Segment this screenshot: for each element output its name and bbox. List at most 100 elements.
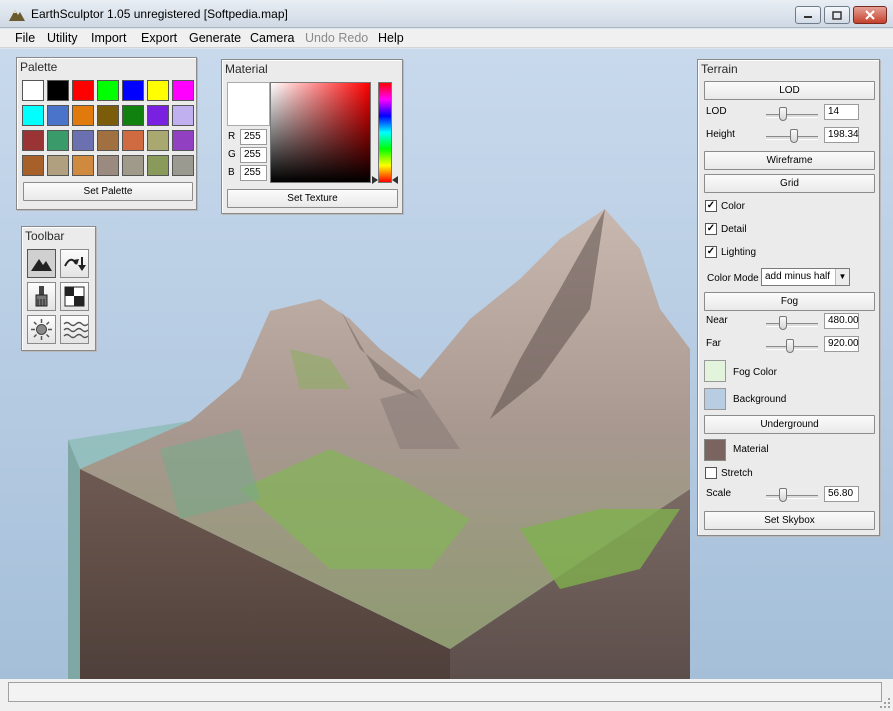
lod-value-field[interactable]: 14 <box>824 104 859 120</box>
near-slider-thumb[interactable] <box>779 316 788 330</box>
set-texture-button[interactable]: Set Texture <box>227 189 398 208</box>
tool-mountain-button[interactable] <box>27 249 56 278</box>
far-value-field[interactable]: 920.00 <box>824 336 859 352</box>
palette-swatch[interactable] <box>147 80 169 101</box>
stretch-checkbox[interactable] <box>705 467 717 479</box>
color-mode-select[interactable]: add minus half ▼ <box>761 268 850 286</box>
menu-import[interactable]: Import <box>91 31 126 45</box>
material-title: Material <box>225 62 268 76</box>
palette-swatch[interactable] <box>72 80 94 101</box>
palette-swatch[interactable] <box>47 130 69 151</box>
palette-swatch[interactable] <box>122 155 144 176</box>
scale-slider-track[interactable] <box>766 495 818 499</box>
palette-swatch[interactable] <box>172 155 194 176</box>
lod-slider-track[interactable] <box>766 114 818 118</box>
app-mountain-icon <box>9 10 25 21</box>
palette-swatch[interactable] <box>172 80 194 101</box>
palette-swatch[interactable] <box>172 130 194 151</box>
palette-swatch[interactable] <box>122 130 144 151</box>
material-b-label: B <box>228 167 235 178</box>
tool-paint-button[interactable] <box>27 282 56 311</box>
lighting-check-label: Lighting <box>721 247 757 258</box>
lighting-checkbox[interactable]: ✓ <box>705 246 717 258</box>
height-value-field[interactable]: 198.34 <box>824 127 859 143</box>
tool-erode-button[interactable] <box>60 315 89 344</box>
grid-button[interactable]: Grid <box>704 174 875 193</box>
raise-lower-icon <box>64 257 86 271</box>
tool-raise-lower-button[interactable] <box>60 249 89 278</box>
fog-section-header[interactable]: Fog <box>704 292 875 311</box>
palette-swatch[interactable] <box>97 105 119 126</box>
menu-undo-redo[interactable]: Undo Redo <box>305 31 368 45</box>
maximize-icon <box>832 10 842 20</box>
color-checkbox[interactable]: ✓ <box>705 200 717 212</box>
minimize-button[interactable] <box>795 6 821 24</box>
set-skybox-button[interactable]: Set Skybox <box>704 511 875 530</box>
palette-swatch[interactable] <box>47 80 69 101</box>
scale-slider-thumb[interactable] <box>779 488 788 502</box>
material-color-picker[interactable] <box>270 82 371 183</box>
palette-swatch[interactable] <box>72 105 94 126</box>
palette-panel: Palette Set Palette <box>16 57 197 210</box>
underground-section-header[interactable]: Underground <box>704 415 875 434</box>
palette-swatch[interactable] <box>47 105 69 126</box>
set-palette-button[interactable]: Set Palette <box>23 182 193 201</box>
palette-swatch[interactable] <box>22 105 44 126</box>
background-color-swatch[interactable] <box>704 388 726 410</box>
lod-slider-thumb[interactable] <box>779 107 788 121</box>
material-g-field[interactable]: 255 <box>240 147 267 163</box>
close-icon <box>865 10 875 20</box>
palette-swatch[interactable] <box>22 80 44 101</box>
fog-color-swatch[interactable] <box>704 360 726 382</box>
detail-checkbox[interactable]: ✓ <box>705 223 717 235</box>
menu-help[interactable]: Help <box>378 31 404 45</box>
material-r-field[interactable]: 255 <box>240 129 267 145</box>
menu-bar: File Utility Import Export Generate Came… <box>0 29 893 48</box>
scale-value-field[interactable]: 56.80 <box>824 486 859 502</box>
palette-swatch[interactable] <box>97 130 119 151</box>
stretch-label: Stretch <box>721 468 753 479</box>
far-slider-thumb[interactable] <box>785 339 794 353</box>
underground-material-swatch[interactable] <box>704 439 726 461</box>
palette-swatch[interactable] <box>147 130 169 151</box>
menu-utility[interactable]: Utility <box>47 31 78 45</box>
tool-smooth-button[interactable] <box>27 315 56 344</box>
material-hue-slider[interactable] <box>378 82 392 183</box>
palette-swatch[interactable] <box>147 105 169 126</box>
near-slider-track[interactable] <box>766 323 818 327</box>
tool-texture-button[interactable] <box>60 282 89 311</box>
palette-swatch[interactable] <box>72 155 94 176</box>
palette-swatch[interactable] <box>72 130 94 151</box>
wireframe-button[interactable]: Wireframe <box>704 151 875 170</box>
title-bar: EarthSculptor 1.05 unregistered [Softped… <box>0 0 893 28</box>
palette-swatch[interactable] <box>97 155 119 176</box>
status-field <box>8 682 882 702</box>
close-button[interactable] <box>853 6 887 24</box>
menu-camera[interactable]: Camera <box>250 31 294 45</box>
material-b-field[interactable]: 255 <box>240 165 267 181</box>
palette-swatch[interactable] <box>22 130 44 151</box>
palette-swatch[interactable] <box>97 80 119 101</box>
menu-export[interactable]: Export <box>141 31 177 45</box>
palette-swatch[interactable] <box>47 155 69 176</box>
hue-arrow-icon <box>392 176 398 184</box>
palette-swatch[interactable] <box>172 105 194 126</box>
palette-swatch[interactable] <box>122 80 144 101</box>
palette-swatch[interactable] <box>122 105 144 126</box>
terrain-panel: Terrain LOD LOD 14 Height 198.34 Wirefra… <box>697 59 880 536</box>
scale-label: Scale <box>706 488 732 499</box>
material-r-label: R <box>228 131 236 142</box>
waves-icon <box>63 321 89 339</box>
menu-generate[interactable]: Generate <box>189 31 241 45</box>
palette-swatch[interactable] <box>147 155 169 176</box>
palette-swatch[interactable] <box>22 155 44 176</box>
lod-section-header[interactable]: LOD <box>704 81 875 100</box>
menu-file[interactable]: File <box>15 31 35 45</box>
lod-label: LOD <box>706 106 727 117</box>
near-value-field[interactable]: 480.00 <box>824 313 859 329</box>
height-slider-thumb[interactable] <box>790 129 799 143</box>
resize-grip-icon[interactable] <box>879 697 891 709</box>
chevron-down-icon: ▼ <box>835 269 849 285</box>
maximize-button[interactable] <box>824 6 850 24</box>
material-panel: Material R G B 255 255 255 Set Texture <box>221 59 403 214</box>
